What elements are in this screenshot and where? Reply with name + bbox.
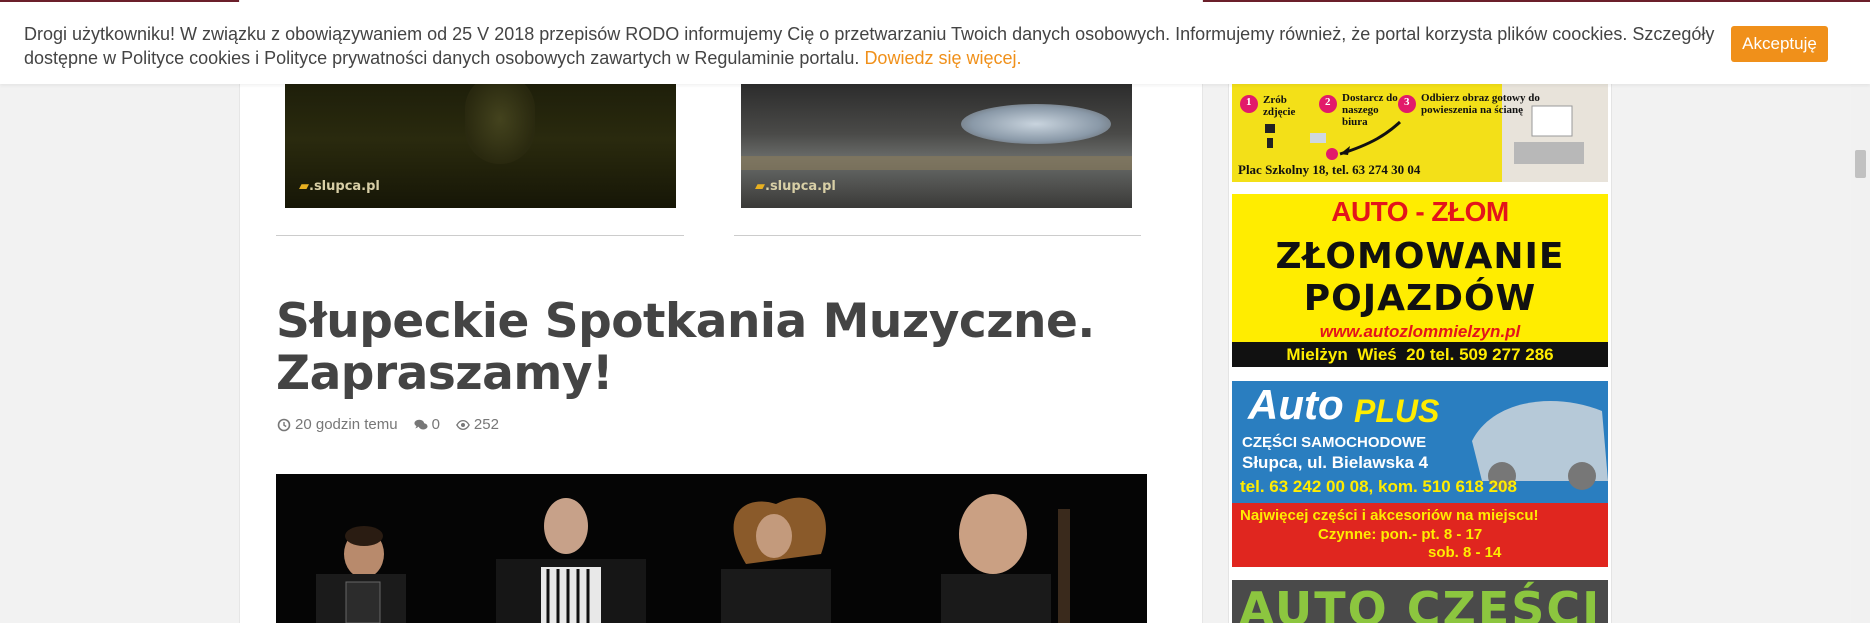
ad-photo-num3: 3 xyxy=(1404,96,1410,108)
meta-views: 252 xyxy=(456,416,499,433)
ad-autoplus-address: Słupca, ul. Bielawska 4 xyxy=(1242,453,1429,472)
article-thumbnail[interactable]: ▰.slupca.pl xyxy=(285,84,676,208)
ad-photo-print[interactable]: 1 2 3 Zrób zdjęcie Dostarcz do naszego b… xyxy=(1232,84,1608,182)
comment-count: 0 xyxy=(431,416,440,433)
ad-photo-num1: 1 xyxy=(1246,96,1252,108)
clock-icon xyxy=(277,418,291,431)
publish-time: 20 godzin temu xyxy=(295,416,398,433)
ad-autoplus-sub: CZĘŚCI SAMOCHODOWE xyxy=(1242,434,1427,451)
divider xyxy=(734,235,1141,236)
ad-zlom-line1: ZŁOMOWANIE xyxy=(1275,236,1565,277)
eye-icon xyxy=(456,419,470,430)
ad-auto-plus[interactable]: Auto PLUS CZĘŚCI SAMOCHODOWE Słupca, ul.… xyxy=(1232,381,1608,567)
ad-autoplus-hours1: Czynne: pon.- pt. 8 - 17 xyxy=(1318,526,1483,543)
divider xyxy=(276,235,684,236)
ad-photo-num2: 2 xyxy=(1325,96,1331,108)
accept-cookies-button[interactable]: Akceptuję xyxy=(1731,26,1828,62)
comments-icon xyxy=(414,419,428,429)
ad-autoplus-promo: Najwięcej części i akcesoriów na miejscu… xyxy=(1240,507,1539,524)
scrollbar-thumb[interactable] xyxy=(1855,150,1866,178)
thumbnail-figure xyxy=(961,104,1111,144)
thumbnail-figure xyxy=(741,156,1132,170)
meta-time: 20 godzin temu xyxy=(277,416,398,433)
ad-photo-step1: Zrób zdjęcie xyxy=(1263,94,1296,118)
ad-autoplus-brand: Auto xyxy=(1248,381,1344,428)
ad-czesci-title: AUTO CZĘŚCI xyxy=(1238,582,1602,623)
meta-comments[interactable]: 0 xyxy=(414,416,440,433)
watermark: ▰.slupca.pl xyxy=(299,179,380,194)
article-title[interactable]: Słupeckie Spotkania Muzyczne. Zapraszamy… xyxy=(276,296,1106,400)
ad-photo-step2: Dostarcz do naszego biura xyxy=(1342,92,1398,128)
ad-auto-czesci[interactable]: AUTO CZĘŚCI xyxy=(1232,580,1608,623)
article-thumbnail[interactable]: ▰.slupca.pl xyxy=(741,84,1132,208)
ad-zlom-line2: POJAZDÓW xyxy=(1303,278,1537,319)
article-image[interactable] xyxy=(276,474,1147,623)
musicians-photo xyxy=(276,474,1147,623)
ad-photo-footer: Plac Szkolny 18, tel. 63 274 30 04 xyxy=(1238,162,1421,177)
article-meta: 20 godzin temu 0 252 xyxy=(277,416,499,433)
view-count: 252 xyxy=(473,416,499,433)
ad-autoplus-hours2: sob. 8 - 14 xyxy=(1428,544,1502,561)
watermark: ▰.slupca.pl xyxy=(755,179,836,194)
ad-photo-step3: Odbierz obraz gotowy do powieszenia na ś… xyxy=(1421,92,1540,116)
cookie-message: Drogi użytkowniku! W związku z obowiązyw… xyxy=(24,22,1724,70)
ad-autoplus-brand-plus: PLUS xyxy=(1354,393,1440,429)
ad-zlom-footer: Mielżyn Wieś 20 tel. 509 277 286 xyxy=(1232,342,1608,367)
ad-auto-zlom[interactable]: AUTO - ZŁOM ZŁOMOWANIE POJAZDÓW www.auto… xyxy=(1232,194,1608,367)
thumbnail-figure xyxy=(465,84,535,164)
ad-zlom-url: www.autozlommielzyn.pl xyxy=(1319,322,1521,341)
cookie-banner: Drogi użytkowniku! W związku z obowiązyw… xyxy=(0,2,1870,84)
ad-zlom-brand: AUTO - ZŁOM xyxy=(1331,196,1509,227)
cookie-learn-more-link[interactable]: Dowiedz się więcej. xyxy=(864,48,1021,68)
page-scrollbar[interactable] xyxy=(1851,84,1870,623)
ad-autoplus-phone: tel. 63 242 00 08, kom. 510 618 208 xyxy=(1240,477,1517,496)
